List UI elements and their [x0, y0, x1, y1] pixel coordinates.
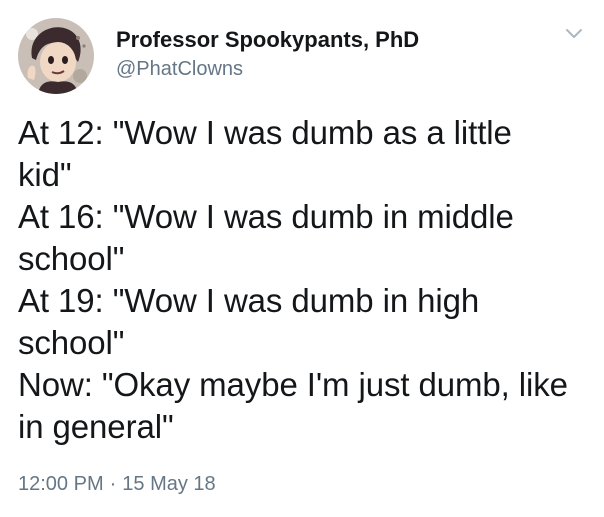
avatar[interactable]	[18, 18, 94, 94]
tweet-text-line: school"	[18, 324, 125, 361]
tweet-text: At 12: "Wow I was dumb as a little kid" …	[18, 112, 588, 448]
tweet-time: 12:00 PM	[18, 473, 104, 495]
cartoon-face-avatar-icon	[18, 18, 94, 94]
handle[interactable]: @PhatClowns	[116, 57, 419, 81]
tweet-date: 15 May 18	[122, 473, 216, 495]
author-block: Professor Spookypants, PhD @PhatClowns	[116, 27, 419, 81]
timestamp-separator: ·	[109, 473, 117, 495]
tweet-card: Professor Spookypants, PhD @PhatClowns A…	[0, 0, 604, 517]
chevron-down-icon[interactable]	[564, 26, 584, 42]
tweet-text-line: school"	[18, 240, 125, 277]
tweet-text-line: kid"	[18, 156, 72, 193]
tweet-text-line: in general"	[18, 408, 174, 445]
tweet-text-line: At 16: "Wow I was dumb in middle	[18, 198, 514, 235]
tweet-timestamp[interactable]: 12:00 PM · 15 May 18	[18, 472, 216, 496]
tweet-text-line: Now: "Okay maybe I'm just dumb, like	[18, 366, 568, 403]
tweet-text-line: At 19: "Wow I was dumb in high	[18, 282, 480, 319]
tweet-text-line: At 12: "Wow I was dumb as a little	[18, 114, 512, 151]
display-name[interactable]: Professor Spookypants, PhD	[116, 27, 419, 53]
